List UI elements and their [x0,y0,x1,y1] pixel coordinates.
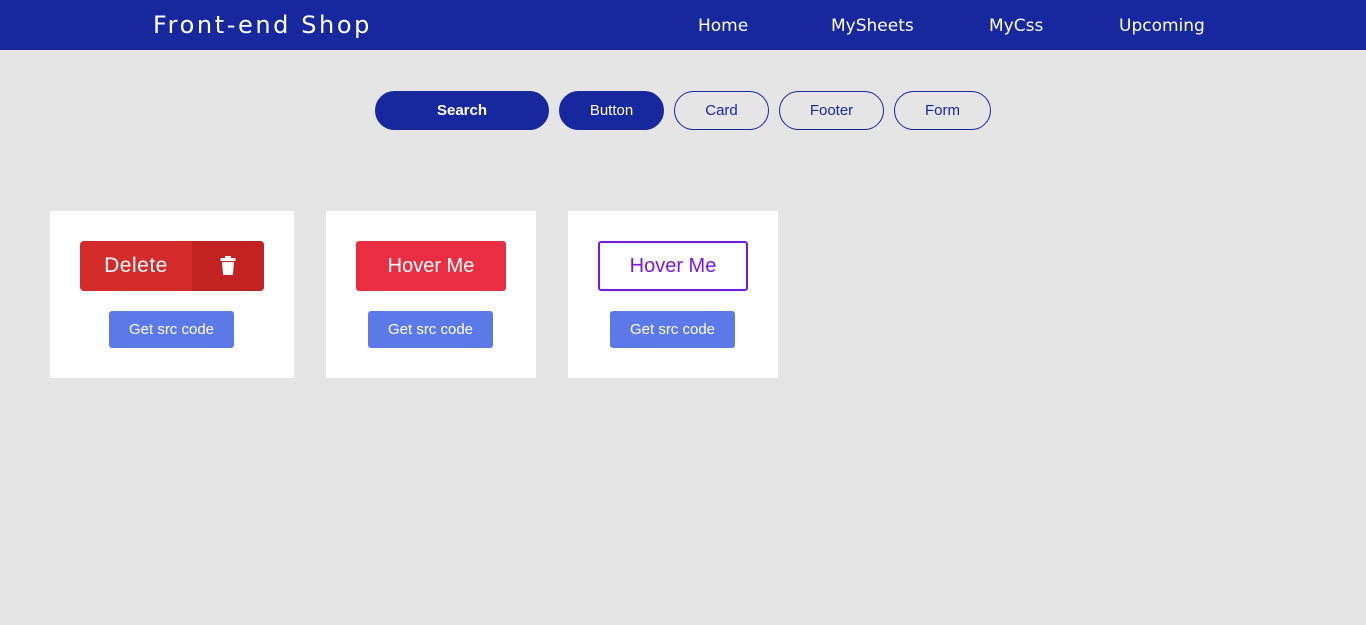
nav-link-home[interactable]: Home [698,15,748,37]
nav-link-mycss[interactable]: MyCss [989,15,1043,37]
component-card-hover-red: Hover Me Get src code [326,211,536,378]
hover-me-red-button[interactable]: Hover Me [356,241,506,291]
get-src-code-button[interactable]: Get src code [109,311,234,348]
hover-me-outline-button[interactable]: Hover Me [598,241,748,291]
brand-logo-text[interactable]: Front-end Shop [153,10,372,40]
get-src-code-button[interactable]: Get src code [368,311,493,348]
top-navbar: Front-end Shop Home MySheets MyCss Upcom… [0,0,1366,50]
search-button[interactable]: Search [375,91,549,130]
delete-demo-button[interactable]: Delete [80,241,264,291]
filter-button-form[interactable]: Form [894,91,991,130]
trash-icon [220,256,236,275]
get-src-code-button[interactable]: Get src code [610,311,735,348]
filter-button-card[interactable]: Card [674,91,769,130]
delete-icon-area [192,241,264,291]
filter-button-footer[interactable]: Footer [779,91,884,130]
filter-button-button[interactable]: Button [559,91,664,130]
component-card-delete: Delete Get src code [50,211,294,378]
component-card-hover-outline: Hover Me Get src code [568,211,778,378]
nav-link-mysheets[interactable]: MySheets [831,15,914,37]
nav-link-upcoming[interactable]: Upcoming [1119,15,1205,37]
delete-demo-label: Delete [104,254,168,277]
